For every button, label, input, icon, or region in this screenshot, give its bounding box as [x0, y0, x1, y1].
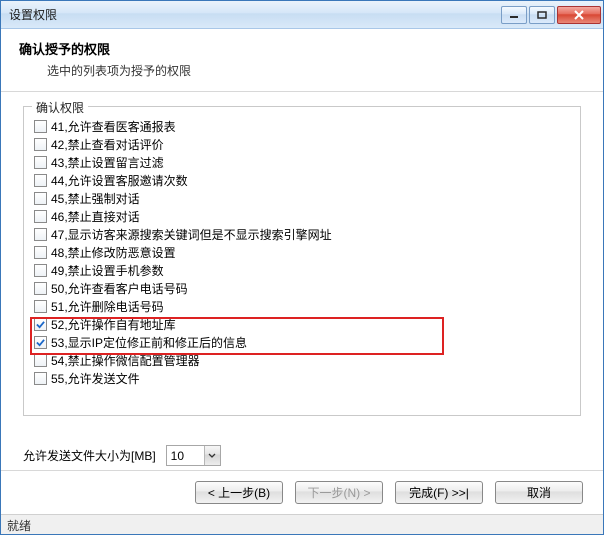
checkbox[interactable] [34, 372, 47, 385]
cancel-button[interactable]: 取消 [495, 481, 583, 504]
list-item-label: 41,允许查看医客通报表 [51, 118, 176, 135]
wizard-buttons: < 上一步(B) 下一步(N) > 完成(F) >>| 取消 [1, 470, 603, 514]
list-item[interactable]: 53,显示IP定位修正前和修正后的信息 [30, 333, 574, 351]
checkbox[interactable] [34, 156, 47, 169]
list-item[interactable]: 44,允许设置客服邀请次数 [30, 171, 574, 189]
status-text: 就绪 [7, 519, 31, 533]
list-item[interactable]: 46,禁止直接对话 [30, 207, 574, 225]
list-item-label: 54,禁止操作微信配置管理器 [51, 352, 200, 369]
close-icon [573, 10, 585, 20]
window-title: 设置权限 [9, 6, 501, 23]
list-item-label: 47,显示访客来源搜索关键词但是不显示搜索引擎网址 [51, 226, 332, 243]
checkbox[interactable] [34, 246, 47, 259]
maximize-icon [537, 11, 547, 19]
checkbox[interactable] [34, 318, 47, 331]
combo-dropdown-button[interactable] [204, 446, 220, 465]
group-label: 确认权限 [32, 99, 88, 116]
maximize-button[interactable] [529, 6, 555, 24]
wizard-header: 确认授予的权限 选中的列表项为授予的权限 [1, 29, 603, 92]
list-item-label: 51,允许删除电话号码 [51, 298, 164, 315]
checkbox[interactable] [34, 174, 47, 187]
list-item-label: 48,禁止修改防恶意设置 [51, 244, 176, 261]
list-item[interactable]: 54,禁止操作微信配置管理器 [30, 351, 574, 369]
dialog-window: 设置权限 确认授予的权限 选中的列表项为授予的权限 确认权限 41,允许查看医客… [0, 0, 604, 535]
list-item[interactable]: 51,允许删除电话号码 [30, 297, 574, 315]
back-button-label: < 上一步(B) [208, 484, 270, 501]
file-size-label: 允许发送文件大小为[MB] [23, 447, 156, 464]
list-item[interactable]: 41,允许查看医客通报表 [30, 117, 574, 135]
list-item[interactable]: 48,禁止修改防恶意设置 [30, 243, 574, 261]
file-size-combo[interactable]: 10 [166, 445, 221, 466]
back-button[interactable]: < 上一步(B) [195, 481, 283, 504]
list-item-label: 50,允许查看客户电话号码 [51, 280, 188, 297]
list-item-label: 46,禁止直接对话 [51, 208, 140, 225]
list-item[interactable]: 42,禁止查看对话评价 [30, 135, 574, 153]
list-item[interactable]: 43,禁止设置留言过滤 [30, 153, 574, 171]
chevron-down-icon [208, 453, 216, 459]
checkbox[interactable] [34, 264, 47, 277]
next-button-label: 下一步(N) > [307, 484, 370, 501]
list-item[interactable]: 55,允许发送文件 [30, 369, 574, 387]
page-subtitle: 选中的列表项为授予的权限 [19, 62, 585, 79]
dialog-body: 确认授予的权限 选中的列表项为授予的权限 确认权限 41,允许查看医客通报表42… [1, 29, 603, 534]
finish-button-label: 完成(F) >>| [409, 484, 469, 501]
list-item[interactable]: 50,允许查看客户电话号码 [30, 279, 574, 297]
minimize-button[interactable] [501, 6, 527, 24]
list-item[interactable]: 47,显示访客来源搜索关键词但是不显示搜索引擎网址 [30, 225, 574, 243]
list-item[interactable]: 45,禁止强制对话 [30, 189, 574, 207]
titlebar[interactable]: 设置权限 [1, 1, 603, 29]
finish-button[interactable]: 完成(F) >>| [395, 481, 483, 504]
list-item-label: 45,禁止强制对话 [51, 190, 140, 207]
file-size-value: 10 [167, 449, 204, 463]
list-item-label: 49,禁止设置手机参数 [51, 262, 164, 279]
cancel-button-label: 取消 [527, 484, 551, 501]
next-button: 下一步(N) > [295, 481, 383, 504]
checkbox[interactable] [34, 354, 47, 367]
close-button[interactable] [557, 6, 601, 24]
checkbox[interactable] [34, 192, 47, 205]
list-item-label: 53,显示IP定位修正前和修正后的信息 [51, 334, 247, 351]
list-item-label: 43,禁止设置留言过滤 [51, 154, 164, 171]
list-item-label: 55,允许发送文件 [51, 370, 140, 387]
checkbox[interactable] [34, 336, 47, 349]
checkbox[interactable] [34, 300, 47, 313]
permissions-group: 确认权限 41,允许查看医客通报表42,禁止查看对话评价43,禁止设置留言过滤4… [23, 106, 581, 416]
file-size-row: 允许发送文件大小为[MB] 10 [1, 431, 603, 470]
status-bar: 就绪 [1, 514, 603, 534]
list-item-label: 52,允许操作自有地址库 [51, 316, 176, 333]
checkbox[interactable] [34, 228, 47, 241]
minimize-icon [509, 11, 519, 19]
main-panel: 确认权限 41,允许查看医客通报表42,禁止查看对话评价43,禁止设置留言过滤4… [1, 92, 603, 431]
list-item[interactable]: 52,允许操作自有地址库 [30, 315, 574, 333]
permissions-list[interactable]: 41,允许查看医客通报表42,禁止查看对话评价43,禁止设置留言过滤44,允许设… [28, 117, 576, 411]
checkbox[interactable] [34, 210, 47, 223]
page-title: 确认授予的权限 [19, 39, 585, 58]
checkbox[interactable] [34, 120, 47, 133]
list-item-label: 42,禁止查看对话评价 [51, 136, 164, 153]
window-controls [501, 6, 601, 24]
list-item-label: 44,允许设置客服邀请次数 [51, 172, 188, 189]
checkbox[interactable] [34, 282, 47, 295]
list-item[interactable]: 49,禁止设置手机参数 [30, 261, 574, 279]
checkbox[interactable] [34, 138, 47, 151]
